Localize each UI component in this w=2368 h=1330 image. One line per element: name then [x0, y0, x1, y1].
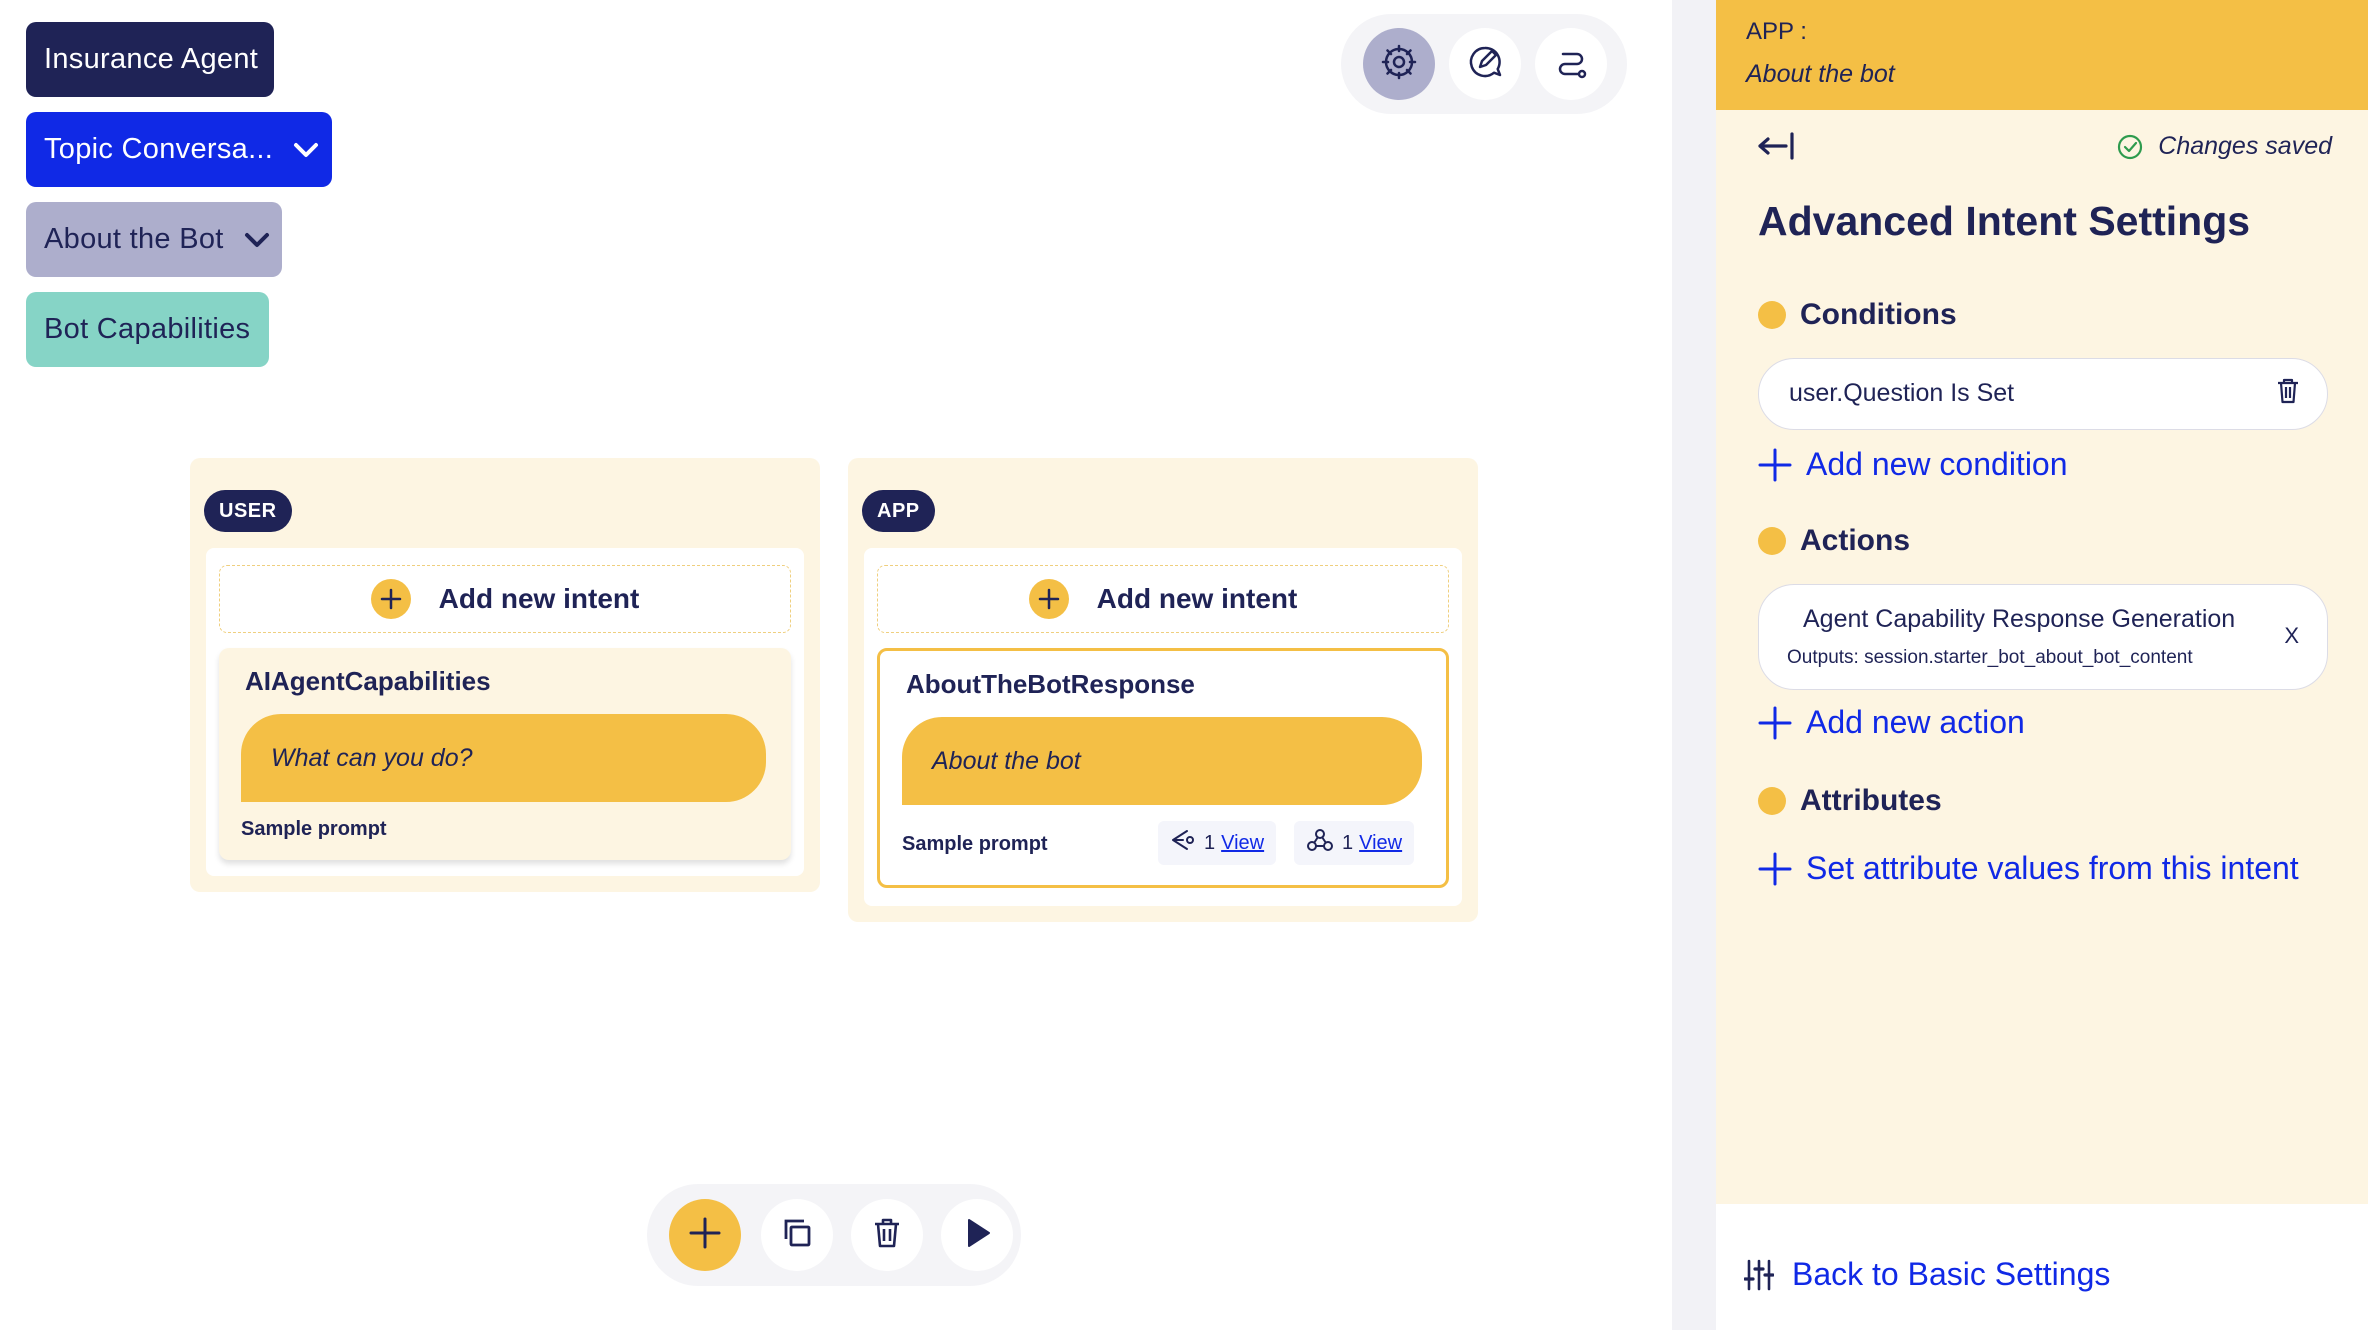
breadcrumb-topic-conversation[interactable]: Topic Conversa... [26, 112, 332, 187]
plus-icon [1758, 706, 1792, 739]
brain-settings-icon [1379, 42, 1419, 87]
webhook-icon [1306, 827, 1334, 859]
sliders-icon [1744, 1259, 1774, 1290]
intent-card-selected[interactable]: AboutTheBotResponse About the bot Sample… [877, 648, 1449, 888]
satellite-icon [1170, 828, 1196, 858]
flow-route-button[interactable] [1535, 28, 1607, 100]
view-toolbar [1341, 14, 1627, 114]
action-title: Agent Capability Response Generation [1803, 605, 2236, 633]
section-heading-text: Actions [1800, 524, 1911, 557]
delete-button[interactable] [851, 1199, 923, 1271]
view-link[interactable]: View [1221, 832, 1264, 855]
play-icon [959, 1215, 995, 1256]
breadcrumb-label: Bot Capabilities [44, 313, 251, 345]
canvas-toolbar [647, 1184, 1021, 1286]
chevron-down-icon[interactable] [293, 142, 319, 158]
intent-title: AIAgentCapabilities [245, 666, 491, 696]
sample-prompt-label: Sample prompt [241, 818, 387, 840]
save-status: Changes saved [2116, 132, 2332, 161]
action-item[interactable]: Agent Capability Response Generation Out… [1758, 584, 2328, 690]
check-circle-icon [2118, 134, 2143, 159]
panel-header-label: APP : [1746, 18, 1807, 45]
trash-icon [869, 1215, 905, 1256]
flow-route-icon [1551, 42, 1591, 87]
panel-header-intent: About the bot [1746, 60, 1895, 88]
remove-action-button[interactable]: X [2284, 623, 2299, 649]
user-column: USER Add new intent AIAgentCapabilities … [190, 458, 820, 892]
plus-icon [1758, 448, 1792, 481]
copy-button[interactable] [761, 1199, 833, 1271]
section-heading-text: Conditions [1800, 298, 1957, 331]
section-dot [1758, 527, 1786, 555]
edit-chat-button[interactable] [1449, 28, 1521, 100]
sample-prompt-bubble: About the bot [902, 717, 1422, 805]
user-badge: USER [204, 490, 292, 532]
plus-icon [1028, 579, 1069, 619]
panel-header: APP : About the bot [1716, 0, 2368, 110]
app-badge: APP [862, 490, 935, 532]
action-view-pill[interactable]: 1 View [1158, 821, 1277, 865]
section-dot [1758, 787, 1786, 815]
add-button[interactable] [669, 1199, 741, 1271]
breadcrumb-label: Topic Conversa... [44, 133, 274, 165]
set-attribute-link[interactable]: Set attribute values from this intent [1758, 850, 2299, 887]
attributes-heading: Attributes [1758, 784, 1942, 818]
add-intent-button[interactable]: Add new intent [877, 565, 1449, 633]
add-action-label: Add new action [1806, 704, 2025, 740]
save-status-text: Changes saved [2158, 132, 2332, 160]
add-intent-label: Add new intent [438, 583, 640, 614]
brain-settings-button[interactable] [1363, 28, 1435, 100]
add-intent-label: Add new intent [1096, 583, 1298, 614]
user-intent-list: Add new intent AIAgentCapabilities What … [206, 548, 804, 876]
breadcrumb-bot-capabilities[interactable]: Bot Capabilities [26, 292, 269, 367]
plus-icon [687, 1215, 723, 1256]
sample-prompt-bubble: What can you do? [241, 714, 766, 802]
breadcrumb-label: Insurance Agent [44, 43, 259, 75]
condition-item[interactable]: user.Question Is Set [1758, 358, 2328, 430]
set-attribute-label: Set attribute values from this intent [1806, 850, 2299, 886]
collapse-panel-icon[interactable] [1756, 128, 1796, 169]
webhook-view-pill[interactable]: 1 View [1294, 821, 1415, 865]
view-link[interactable]: View [1359, 832, 1402, 855]
section-dot [1758, 301, 1786, 329]
plus-icon [370, 579, 411, 619]
view-count: 1 [1342, 831, 1354, 854]
edit-chat-icon [1465, 42, 1505, 87]
add-action-link[interactable]: Add new action [1758, 704, 2025, 741]
panel-footer: Back to Basic Settings [1716, 1204, 2368, 1330]
panel-title: Advanced Intent Settings [1758, 198, 2251, 244]
sample-prompt-label: Sample prompt [902, 833, 1048, 855]
breadcrumb-insurance-agent[interactable]: Insurance Agent [26, 22, 274, 97]
breadcrumb-label: About the Bot [44, 223, 224, 255]
plus-icon [1758, 852, 1792, 885]
back-to-basic-settings-link[interactable]: Back to Basic Settings [1744, 1256, 2110, 1293]
back-to-basic-settings-label: Back to Basic Settings [1792, 1256, 2111, 1292]
conditions-heading: Conditions [1758, 298, 1957, 332]
breadcrumb-about-the-bot[interactable]: About the Bot [26, 202, 282, 277]
add-condition-link[interactable]: Add new condition [1758, 446, 2068, 483]
play-button[interactable] [941, 1199, 1013, 1271]
intent-settings-panel: APP : About the bot Changes saved Advanc… [1716, 0, 2368, 1330]
condition-text: user.Question Is Set [1789, 379, 2015, 407]
copy-icon [779, 1215, 815, 1256]
view-count: 1 [1204, 831, 1216, 854]
section-heading-text: Attributes [1800, 784, 1942, 817]
intent-title: AboutTheBotResponse [906, 669, 1195, 699]
app-intent-list: Add new intent AboutTheBotResponse About… [864, 548, 1462, 906]
add-condition-label: Add new condition [1806, 446, 2068, 482]
action-outputs: Outputs: session.starter_bot_about_bot_c… [1787, 647, 2193, 668]
app-column: APP Add new intent AboutTheBotResponse A… [848, 458, 1478, 922]
add-intent-button[interactable]: Add new intent [219, 565, 791, 633]
actions-heading: Actions [1758, 524, 1910, 558]
chevron-down-icon[interactable] [244, 232, 270, 248]
panel-divider [1672, 0, 1716, 1330]
intent-card[interactable]: AIAgentCapabilities What can you do? Sam… [219, 648, 791, 860]
trash-icon[interactable] [2275, 377, 2301, 410]
